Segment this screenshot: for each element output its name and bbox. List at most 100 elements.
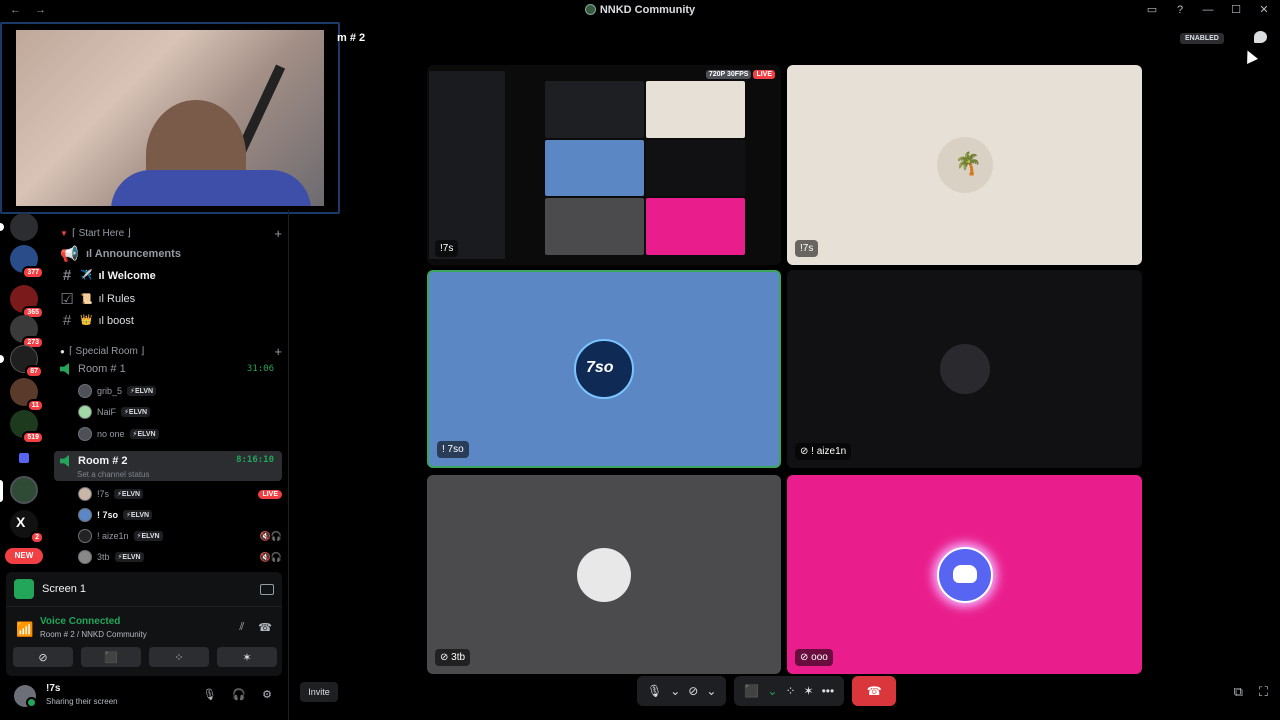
- server-initial: X: [16, 514, 26, 530]
- voice-connected-subtitle[interactable]: Room # 2 / NNKD Community: [40, 630, 147, 639]
- nnkd-server-icon[interactable]: [10, 476, 38, 504]
- voice-member[interactable]: ! aize1n ⚡ELVN 🔇🎧: [78, 527, 282, 545]
- channel-rules[interactable]: ☑ 📜 ıl Rules: [60, 290, 282, 308]
- muted-icon: ⊘: [440, 652, 452, 663]
- voice-channel-room-1[interactable]: Room # 1 31:06: [54, 359, 282, 379]
- server-icon[interactable]: 87: [10, 345, 43, 378]
- channel-emoji: 👑: [80, 315, 93, 326]
- preview-cell: [545, 81, 644, 138]
- voice-connected-title[interactable]: Voice Connected: [40, 616, 120, 627]
- user-name[interactable]: !7s: [46, 683, 60, 694]
- screen-share-icon[interactable]: ⬛: [744, 684, 759, 698]
- screen-share-control[interactable]: ⬛ ⌄ ⁘ ✶ •••: [734, 676, 845, 706]
- enabled-badge[interactable]: ENABLED: [1180, 33, 1224, 44]
- live-badge: LIVE: [753, 70, 775, 79]
- invite-button[interactable]: Invite: [300, 682, 338, 702]
- signal-icon[interactable]: 📶: [16, 621, 33, 638]
- tile-name-text: ooo: [811, 652, 828, 663]
- settings-icon[interactable]: ⚙: [262, 688, 272, 701]
- live-badge[interactable]: LIVE: [258, 489, 282, 499]
- server-icon[interactable]: 377: [10, 245, 44, 279]
- camera-off-button[interactable]: ⊘: [13, 647, 73, 667]
- voice-member[interactable]: no one ⚡ELVN: [78, 425, 282, 443]
- help-icon[interactable]: ?: [1174, 4, 1186, 16]
- soundboard-icon[interactable]: ✶: [804, 684, 814, 698]
- avatar: 7so: [574, 339, 634, 399]
- channel-boost[interactable]: # 👑 ıl boost: [60, 312, 282, 329]
- participant-tile[interactable]: 🌴 !7s: [787, 65, 1142, 265]
- title-bar: ← → NNKD Community ▭ ? — ☐ ✕: [0, 0, 1280, 22]
- noise-suppression-icon[interactable]: ⫽: [239, 621, 244, 634]
- channel-announcements[interactable]: 📢 ıl Announcements: [60, 245, 282, 263]
- server-icon[interactable]: 11: [10, 378, 44, 412]
- mic-icon[interactable]: 🎙: [647, 684, 662, 698]
- mic-icon[interactable]: 🎙: [202, 688, 216, 701]
- fullscreen-icon[interactable]: ⛶: [1259, 684, 1268, 700]
- category-start-here[interactable]: ▼ ⌈ Start Here ⌋ +: [60, 226, 282, 241]
- add-channel-icon[interactable]: +: [274, 344, 282, 359]
- soundboard-button[interactable]: ✶: [217, 647, 277, 667]
- palm-tree-icon: 🌴: [954, 151, 982, 176]
- chevron-down-icon[interactable]: ⌄: [706, 684, 716, 698]
- window-title-text: NNKD Community: [599, 4, 696, 16]
- voice-member[interactable]: NaiF ⚡ELVN: [78, 403, 282, 421]
- voice-panel-actions: ⫽ ☎: [239, 621, 272, 634]
- channel-label: ıl Welcome: [98, 269, 156, 282]
- maximize-icon[interactable]: ☐: [1230, 3, 1242, 16]
- member-name: ! 7so: [97, 510, 119, 520]
- server-badge: 377: [22, 266, 44, 279]
- channel-sidebar: ▼ ⌈ Start Here ⌋ + 📢 ıl Announcements # …: [52, 220, 288, 575]
- member-name: !7s: [97, 489, 110, 499]
- voice-channel-label: Room # 2: [78, 455, 128, 467]
- mic-control[interactable]: 🎙 ⌄ ⊘ ⌄: [637, 676, 727, 706]
- rules-icon: ☑: [60, 291, 74, 308]
- screen-share-panel: Screen 1: [6, 572, 282, 606]
- headphones-icon[interactable]: 🎧: [232, 688, 246, 701]
- server-icon[interactable]: [10, 213, 38, 241]
- inbox-icon[interactable]: ▭: [1146, 3, 1158, 16]
- stop-share-icon[interactable]: [260, 583, 274, 595]
- camera-off-icon[interactable]: ⊘: [688, 684, 698, 698]
- screen-share-button[interactable]: ⬛: [81, 647, 141, 667]
- category-special-room[interactable]: ● ⌈ Special Room ⌋ +: [60, 344, 282, 359]
- voice-timer: 31:06: [246, 364, 274, 374]
- add-channel-icon[interactable]: +: [274, 226, 282, 241]
- more-icon[interactable]: •••: [822, 684, 835, 698]
- avatar: [78, 550, 92, 564]
- voice-member[interactable]: ! 7so ⚡ELVN: [78, 506, 282, 524]
- server-icon[interactable]: 273: [10, 315, 44, 349]
- channel-emoji: ✈️: [80, 270, 93, 281]
- channel-label: ıl Rules: [98, 293, 136, 305]
- participant-tile[interactable]: ⊘ 3tb: [427, 475, 781, 674]
- activities-button[interactable]: ⁘: [149, 647, 209, 667]
- chevron-down-icon[interactable]: ⌄: [670, 684, 680, 698]
- chevron-down-icon[interactable]: ⌄: [767, 684, 777, 698]
- server-icon[interactable]: X2: [10, 510, 44, 544]
- close-icon[interactable]: ✕: [1258, 3, 1270, 16]
- chat-icon[interactable]: [1254, 31, 1267, 43]
- participant-tile-speaking[interactable]: 7so ! 7so: [427, 270, 781, 468]
- stream-tile[interactable]: 720P 30FPS LIVE !7s: [427, 65, 781, 265]
- server-icon[interactable]: 365: [10, 285, 44, 319]
- participant-tile[interactable]: ⊘ ! aize1n: [787, 270, 1142, 468]
- discord-logo-icon: [952, 564, 977, 583]
- minimize-icon[interactable]: —: [1202, 4, 1214, 16]
- activities-icon[interactable]: ⁘: [785, 684, 795, 698]
- disconnect-icon[interactable]: ☎: [258, 621, 272, 634]
- preview-cell: [646, 198, 745, 255]
- server-icon[interactable]: 519: [10, 410, 44, 444]
- tile-name-text: 3tb: [451, 652, 466, 663]
- member-tag: ⚡ELVN: [123, 510, 153, 520]
- voice-member[interactable]: grib_5 ⚡ELVN: [78, 382, 282, 400]
- channel-status[interactable]: Set a channel status: [77, 470, 150, 479]
- popout-icon[interactable]: ⧉: [1234, 684, 1243, 700]
- participant-tile[interactable]: ⊘ ooo: [787, 475, 1142, 674]
- new-unreads-pill[interactable]: NEW: [5, 548, 43, 564]
- voice-member[interactable]: !7s ⚡ELVN LIVE: [78, 485, 282, 503]
- folder-icon[interactable]: [10, 445, 38, 473]
- hang-up-button[interactable]: ☎: [852, 676, 897, 706]
- voice-member[interactable]: 3tb ⚡ELVN 🔇🎧: [78, 548, 282, 566]
- channel-welcome[interactable]: # ✈️ ıl Welcome: [60, 267, 282, 284]
- avatar[interactable]: [14, 685, 37, 708]
- member-tag: ⚡ELVN: [114, 552, 144, 562]
